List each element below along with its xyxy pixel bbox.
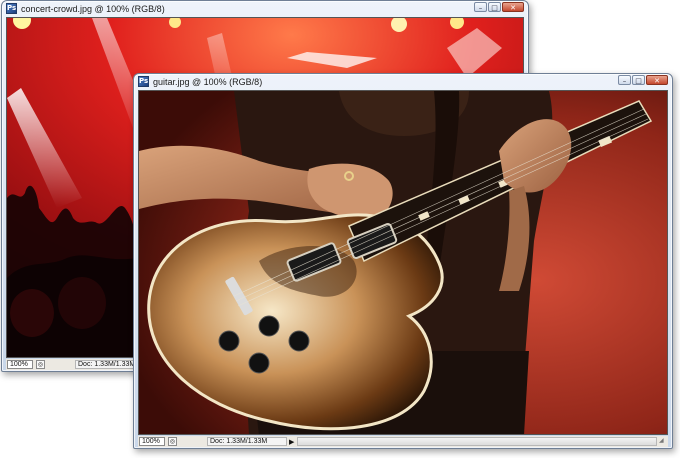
guitar-image xyxy=(139,91,667,434)
minimize-button[interactable]: – xyxy=(474,2,487,12)
play-arrow-icon[interactable]: ▶ xyxy=(289,438,294,446)
maximize-button[interactable]: □ xyxy=(488,2,501,12)
zoom-level-field[interactable]: 100% xyxy=(7,360,33,369)
title-bar[interactable]: Ps concert-crowd.jpg @ 100% (RGB/8) – □ … xyxy=(2,1,528,16)
horizontal-scrollbar[interactable] xyxy=(297,437,657,446)
document-window-guitar[interactable]: Ps guitar.jpg @ 100% (RGB/8) – □ ✕ 100% … xyxy=(133,73,673,449)
photoshop-document-icon: Ps xyxy=(138,76,149,87)
zoom-level-field[interactable]: 100% xyxy=(139,437,165,446)
resize-grip-icon[interactable]: ◢ xyxy=(659,437,668,446)
maximize-button[interactable]: □ xyxy=(632,75,645,85)
window-title: guitar.jpg @ 100% (RGB/8) xyxy=(153,76,263,87)
navigator-icon[interactable]: ◎ xyxy=(168,437,177,446)
close-button[interactable]: ✕ xyxy=(502,2,524,12)
image-canvas-guitar[interactable] xyxy=(138,90,668,435)
title-bar[interactable]: Ps guitar.jpg @ 100% (RGB/8) – □ ✕ xyxy=(134,74,672,89)
minimize-button[interactable]: – xyxy=(618,75,631,85)
close-button[interactable]: ✕ xyxy=(646,75,668,85)
document-size-info: Doc: 1.33M/1.33M xyxy=(207,437,287,446)
status-bar: 100% ◎ Doc: 1.33M/1.33M ▶ ◢ xyxy=(138,436,668,447)
window-title: concert-crowd.jpg @ 100% (RGB/8) xyxy=(21,3,165,14)
photoshop-document-icon: Ps xyxy=(6,3,17,14)
navigator-icon[interactable]: ◎ xyxy=(36,360,45,369)
